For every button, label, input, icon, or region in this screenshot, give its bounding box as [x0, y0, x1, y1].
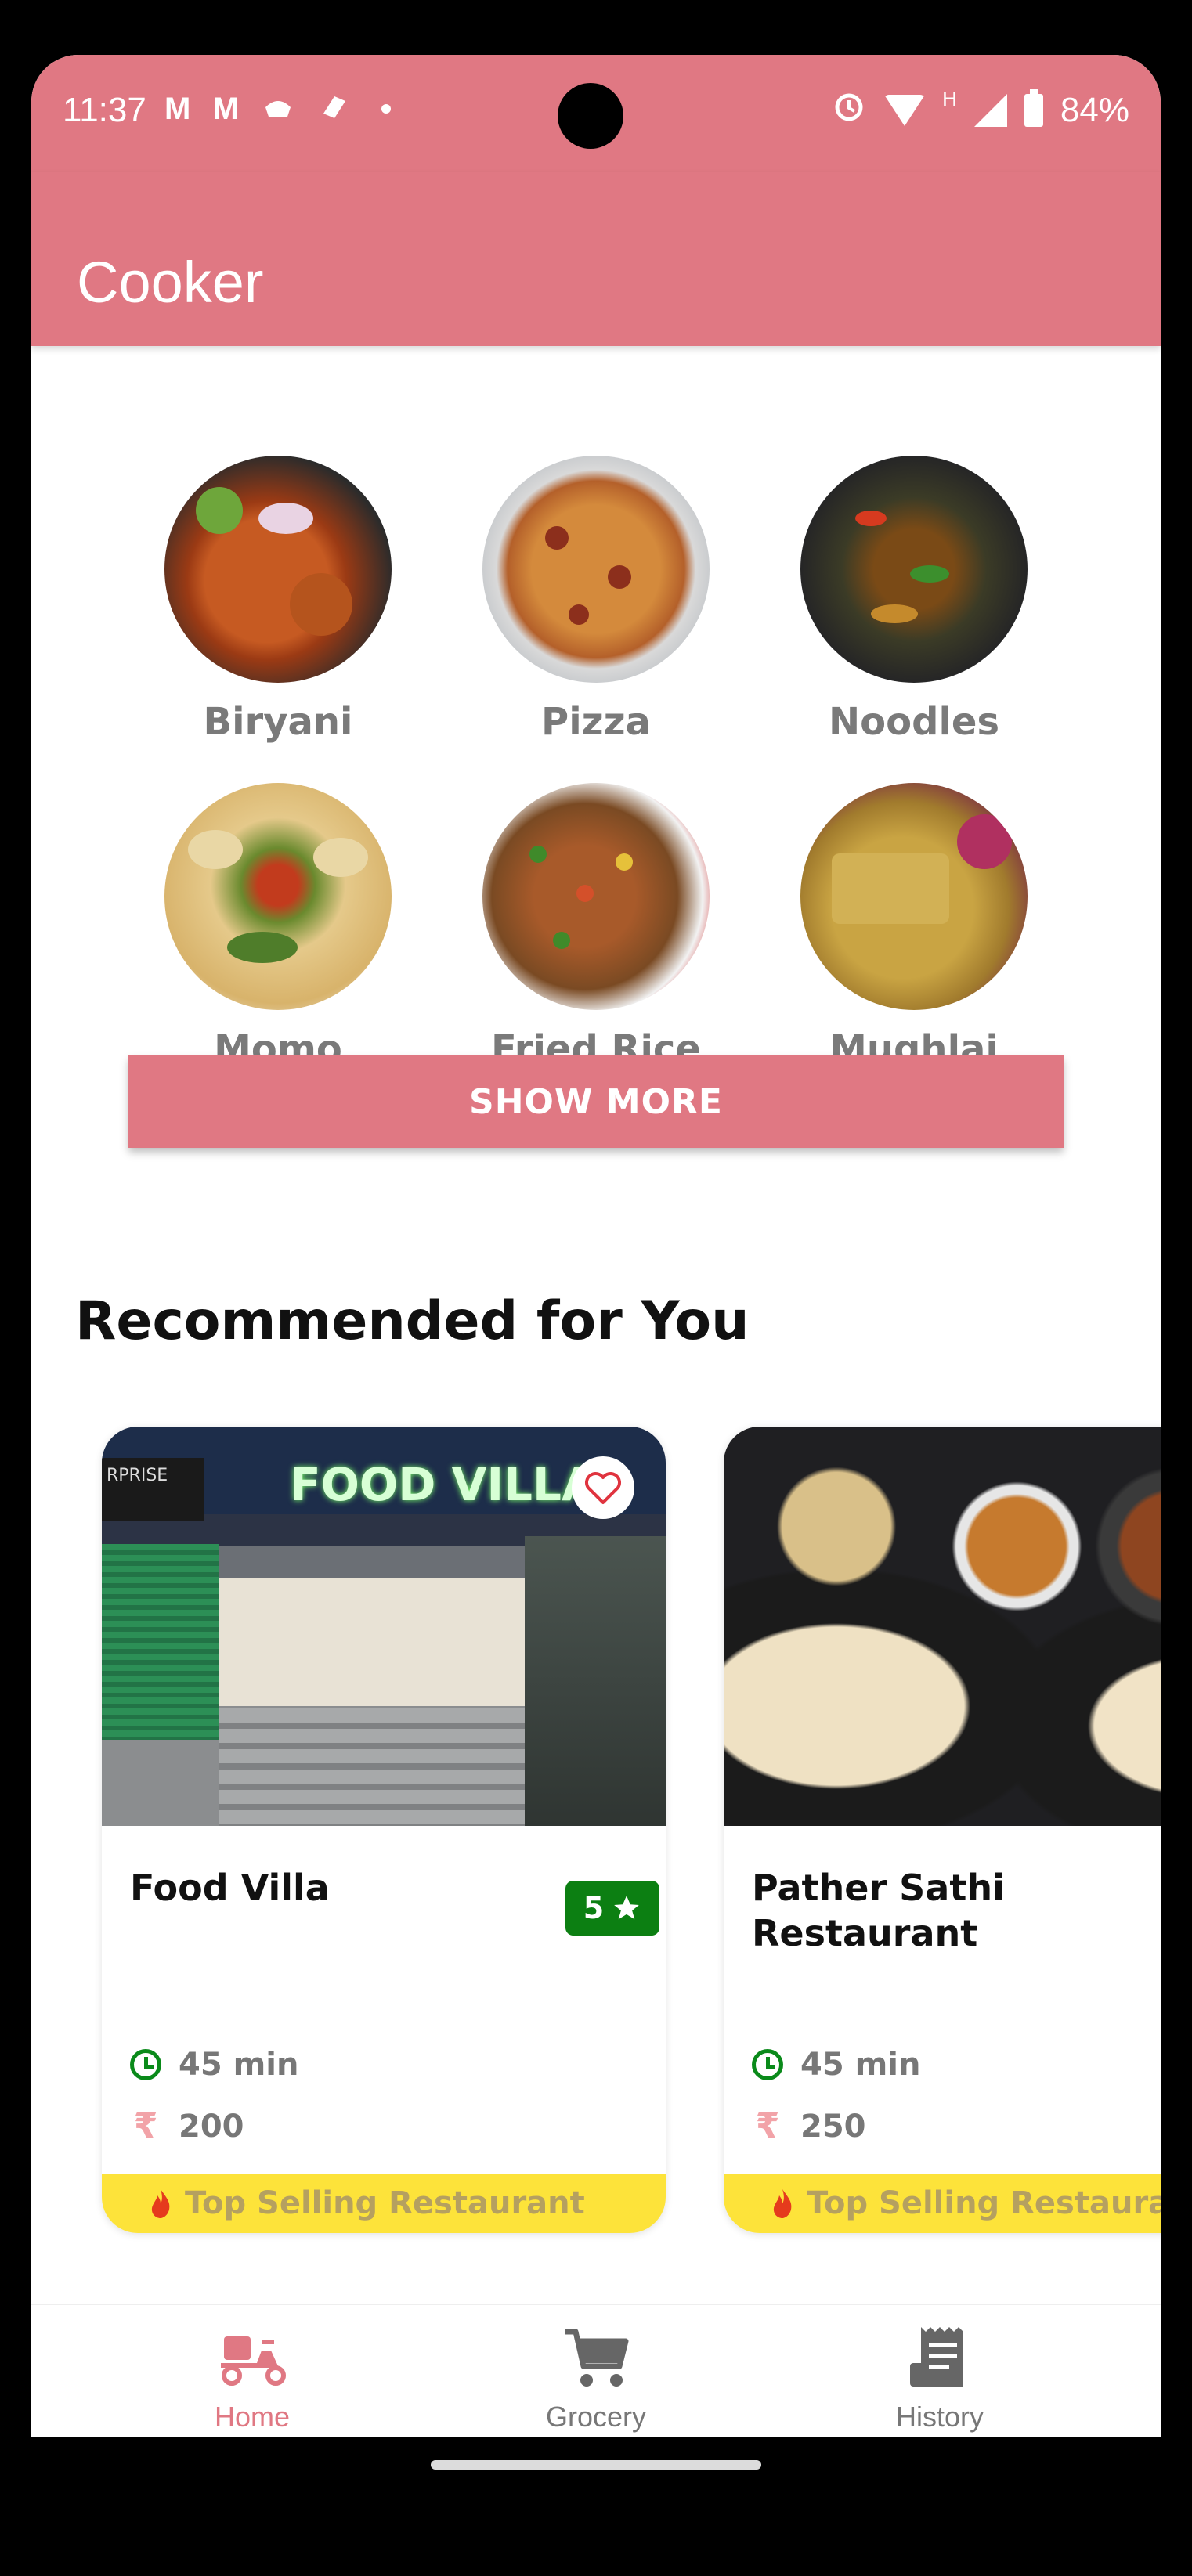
nav-home-label: Home: [214, 2401, 291, 2433]
rupee-icon: ₹: [755, 2106, 780, 2146]
badge-text: Top Selling Restaurant: [185, 2185, 585, 2221]
momo-image: [164, 783, 392, 1010]
category-label: Biryani: [203, 700, 353, 744]
battery-percent: 84%: [1060, 90, 1129, 129]
storefront-sign: RPRISE: [102, 1458, 204, 1521]
delivery-time-value: 45 min: [800, 2047, 921, 2083]
bottom-navigation: Home Grocery History: [31, 2304, 1161, 2437]
nav-grocery[interactable]: Grocery: [479, 2305, 713, 2438]
more-notifications-dot: [381, 104, 391, 114]
gmail-icon: M: [212, 92, 239, 126]
app-notification-icon: [317, 90, 352, 128]
nav-home[interactable]: Home: [135, 2305, 370, 2438]
fried-rice-image: [482, 783, 710, 1010]
delivery-time: 45 min: [752, 2047, 920, 2083]
status-bar: 11:37 M M H 84%: [31, 55, 1161, 172]
notification-icons: M M: [164, 89, 391, 128]
receipt-icon: [910, 2327, 963, 2387]
restaurant-name: Pather Sathi Restaurant: [752, 1867, 1005, 1954]
wall: [525, 1536, 666, 1826]
mughlai-image: [800, 783, 1028, 1010]
wifi-icon: [884, 94, 926, 126]
top-selling-badge: Top Selling Restaurant: [724, 2174, 1161, 2233]
price-value: 200: [179, 2108, 244, 2145]
delivery-time-value: 45 min: [179, 2047, 299, 2083]
restaurant-image: [724, 1427, 1161, 1826]
network-type: H: [942, 87, 957, 110]
app-screen: 11:37 M M H 84% Cooker Biryani Pizza Noo…: [31, 55, 1161, 2498]
nav-grocery-label: Grocery: [545, 2401, 647, 2433]
nav-history[interactable]: History: [822, 2305, 1057, 2438]
top-selling-badge: Top Selling Restaurant: [102, 2174, 666, 2233]
badge-text: Top Selling Restaurant: [807, 2185, 1161, 2221]
restaurant-name: Food Villa: [130, 1867, 330, 1909]
pizza-image: [482, 456, 710, 683]
rating-badge: 5: [565, 1881, 659, 1936]
favorite-button[interactable]: [572, 1456, 634, 1519]
battery-icon: [1024, 88, 1043, 127]
scooter-icon: [221, 2336, 286, 2386]
cart-icon: [565, 2329, 629, 2387]
clock-icon: [130, 2049, 161, 2080]
heart-icon: [585, 1472, 621, 1504]
fire-icon: [773, 2189, 792, 2218]
gmail-icon: M: [164, 92, 191, 126]
clock-icon: [752, 2049, 783, 2080]
star-icon: [614, 1896, 640, 1920]
category-momo[interactable]: Momo: [161, 783, 396, 1071]
system-icons: H 84%: [831, 87, 1129, 132]
app-title: Cooker: [77, 250, 264, 315]
gesture-area: [31, 2437, 1161, 2498]
noodles-image: [800, 456, 1028, 683]
fire-icon: [151, 2189, 170, 2218]
rupee-icon: ₹: [133, 2106, 158, 2146]
category-noodles[interactable]: Noodles: [796, 456, 1031, 744]
biryani-image: [164, 456, 392, 683]
camera-cutout: [558, 83, 623, 149]
restaurant-card[interactable]: RPRISE FOOD VILLA Food Villa 5 45 min ₹ …: [102, 1427, 666, 2233]
delivery-time: 45 min: [130, 2047, 298, 2083]
gesture-handle[interactable]: [431, 2460, 761, 2470]
status-time: 11:37: [63, 91, 146, 129]
category-biryani[interactable]: Biryani: [161, 456, 396, 744]
recommended-title: Recommended for You: [75, 1290, 750, 1352]
phone-frame: 11:37 M M H 84% Cooker Biryani Pizza Noo…: [0, 0, 1192, 2576]
nav-history-label: History: [895, 2401, 984, 2433]
category-label: Pizza: [541, 700, 651, 744]
shutter: [102, 1544, 219, 1740]
price: ₹ 250: [752, 2106, 866, 2146]
alarm-icon: [831, 88, 867, 132]
storefront-neon-sign: FOOD VILLA: [290, 1458, 597, 1511]
steps: [219, 1708, 548, 1826]
category-pizza[interactable]: Pizza: [479, 456, 713, 744]
category-label: Noodles: [828, 700, 1000, 744]
restaurant-card[interactable]: Pather Sathi Restaurant 45 min ₹ 250 Top…: [724, 1427, 1161, 2233]
category-fried-rice[interactable]: Fried Rice: [479, 783, 713, 1071]
chef-icon: [261, 90, 295, 128]
category-mughlai[interactable]: Mughlai: [796, 783, 1031, 1071]
signal-icon: [973, 93, 1007, 127]
price-value: 250: [800, 2108, 866, 2145]
app-bar: Cooker: [31, 172, 1161, 346]
show-more-button[interactable]: SHOW MORE: [128, 1055, 1064, 1148]
price: ₹ 200: [130, 2106, 244, 2146]
rating-value: 5: [583, 1891, 605, 1925]
